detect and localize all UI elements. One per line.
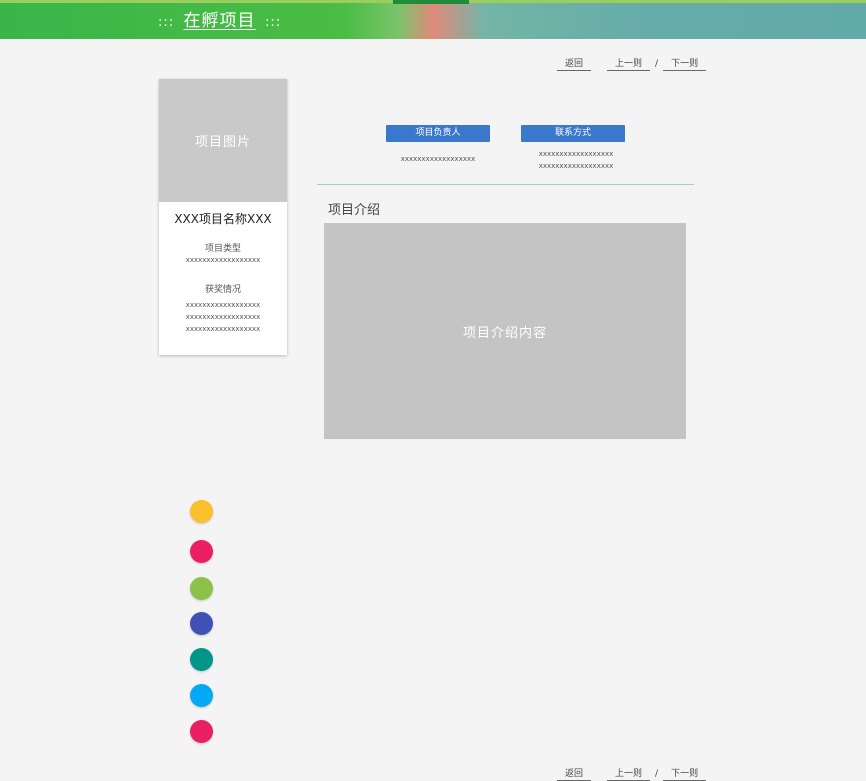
nav-separator: / xyxy=(655,59,659,69)
prev-link[interactable]: 上一则 xyxy=(607,56,651,71)
project-image: 项目图片 xyxy=(159,79,287,202)
project-image-placeholder: 项目图片 xyxy=(194,135,251,150)
next-link[interactable]: 下一则 xyxy=(663,766,707,781)
project-type-value: xxxxxxxxxxxxxxxxxx xyxy=(185,256,261,264)
next-link[interactable]: 下一则 xyxy=(663,56,707,71)
contact-info-value: xxxxxxxxxxxxxxxxxx xyxy=(538,150,614,158)
intro-section-title: 项目介绍 xyxy=(328,203,381,218)
page-title-text: 在孵项目 xyxy=(183,11,256,31)
header-active-tab-indicator xyxy=(393,0,469,4)
color-dot-light-blue[interactable] xyxy=(190,684,213,707)
intro-content-placeholder: 项目介绍内容 xyxy=(462,325,547,341)
section-divider xyxy=(317,184,694,185)
project-card: 项目图片 XXX项目名称XXX 项目类型 xxxxxxxxxxxxxxxxxx … xyxy=(159,79,287,355)
prev-link[interactable]: 上一则 xyxy=(607,766,651,781)
back-link[interactable]: 返回 xyxy=(557,56,592,71)
color-dot-indigo[interactable] xyxy=(190,612,213,635)
contact-info-value: xxxxxxxxxxxxxxxxxx xyxy=(538,162,614,170)
project-name: XXX项目名称XXX xyxy=(174,212,272,226)
intro-content-box: 项目介绍内容 xyxy=(324,223,686,439)
project-leader-value: xxxxxxxxxxxxxxxxxx xyxy=(400,155,476,163)
awards-value: xxxxxxxxxxxxxxxxxx xyxy=(185,313,261,321)
top-header-bar: ::: 在孵项目 ::: xyxy=(0,0,866,39)
color-dot-pink-2[interactable] xyxy=(190,720,213,743)
project-leader-button[interactable]: 项目负责人 xyxy=(386,125,490,142)
color-dot-teal[interactable] xyxy=(190,648,213,671)
color-dot-pink[interactable] xyxy=(190,540,213,563)
project-type-label: 项目类型 xyxy=(204,244,241,254)
awards-label: 获奖情况 xyxy=(204,285,241,295)
nav-separator: / xyxy=(655,769,659,779)
awards-value: xxxxxxxxxxxxxxxxxx xyxy=(185,325,261,333)
contact-info-button[interactable]: 联系方式 xyxy=(521,125,625,142)
back-link[interactable]: 返回 xyxy=(557,766,592,781)
title-dots-right: ::: xyxy=(264,15,282,30)
color-dot-green[interactable] xyxy=(190,577,213,600)
top-nav-links: 返回 上一则 / 下一则 xyxy=(557,56,707,71)
bottom-nav-links: 返回 上一则 / 下一则 xyxy=(557,766,707,781)
page-title: ::: 在孵项目 ::: xyxy=(158,9,281,33)
awards-value: xxxxxxxxxxxxxxxxxx xyxy=(185,301,261,309)
title-dots-left: ::: xyxy=(158,15,175,30)
color-dot-yellow[interactable] xyxy=(190,500,213,523)
